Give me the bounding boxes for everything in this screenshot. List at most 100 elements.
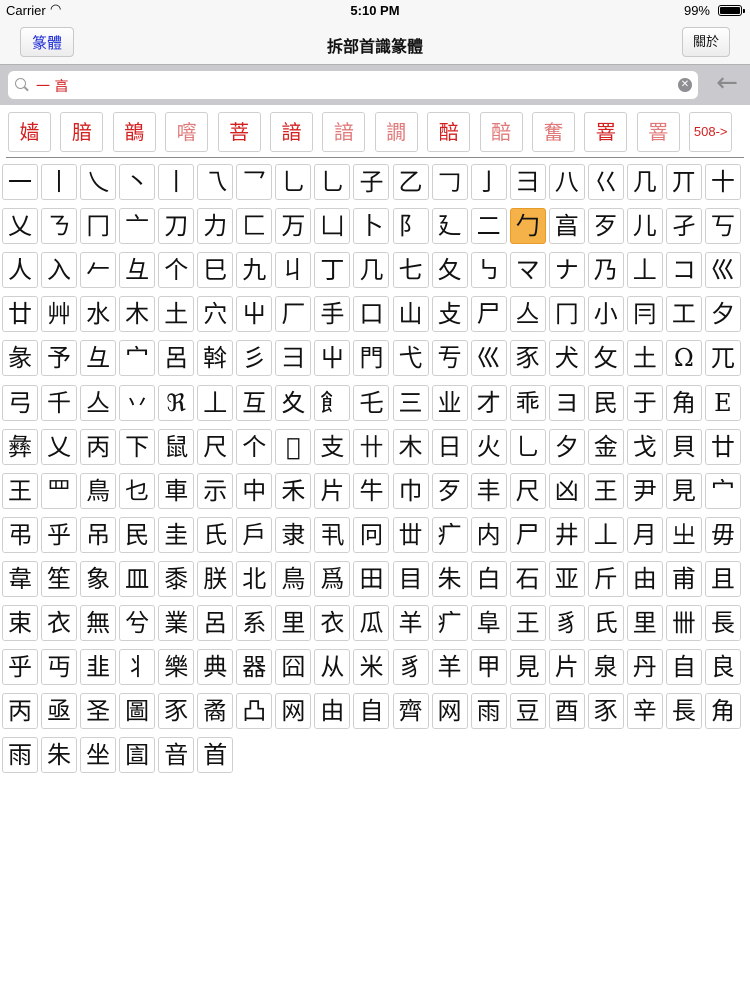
radical-cell[interactable]: 小 [587, 296, 624, 333]
radical-cell[interactable]: 攵 [587, 340, 624, 377]
radical-cell[interactable]: 朱 [431, 560, 468, 597]
radical-cell[interactable]: 尸 [509, 516, 546, 553]
radical-cell[interactable]: 朕 [197, 560, 234, 597]
radical-cell[interactable]: 夕 [548, 428, 585, 465]
radical-cell[interactable]: 手 [314, 296, 351, 333]
radical-cell[interactable]: ナ [548, 252, 585, 289]
radical-cell[interactable]: 弓 [2, 384, 38, 421]
radical-cell[interactable]: 氏 [587, 605, 624, 641]
radical-cell[interactable]: 亅 [470, 164, 507, 200]
radical-cell[interactable]: 見 [665, 472, 702, 509]
candidate-char[interactable]: 罯 [584, 112, 628, 152]
radical-cell[interactable]: 自 [665, 649, 702, 686]
radical-cell[interactable]: 十 [704, 164, 741, 200]
radical-cell[interactable]: 韭 [80, 649, 117, 686]
radical-cell[interactable]: 角 [704, 693, 741, 730]
radical-cell[interactable]: 黍 [158, 560, 195, 597]
radical-cell[interactable]: 丄 [587, 516, 624, 553]
radical-cell[interactable]: 𠃌 [431, 164, 468, 200]
radical-cell[interactable]: 示 [197, 472, 234, 509]
radical-cell[interactable]: 宀 [119, 340, 156, 377]
radical-cell[interactable]: 斡 [197, 340, 234, 377]
radical-cell[interactable]: 丌 [665, 164, 702, 200]
radical-cell[interactable]: 几 [353, 252, 390, 289]
radical-cell[interactable]: 亯 [548, 208, 585, 245]
radical-cell[interactable]: 羊 [431, 649, 468, 686]
radical-cell[interactable]: 万 [275, 208, 312, 245]
radical-cell[interactable]: 巾 [392, 472, 429, 509]
radical-cell[interactable]: ㇉ [470, 252, 507, 289]
radical-cell[interactable]: 冂 [548, 296, 585, 333]
candidate-char[interactable]: 鶕 [112, 112, 156, 152]
radical-cell-selected[interactable]: 勹 [509, 208, 546, 245]
radical-cell[interactable]: 乀 [80, 164, 117, 200]
radical-cell[interactable]: 丙 [80, 428, 117, 465]
radical-cell[interactable]: 工 [665, 296, 702, 333]
radical-cell[interactable]: 乚 [275, 164, 312, 200]
radical-cell[interactable]: 几 [626, 164, 663, 200]
radical-cell[interactable]: 兮 [119, 605, 156, 641]
radical-cell[interactable]: 冋 [353, 516, 390, 553]
radical-cell[interactable]: 从 [314, 649, 351, 686]
radical-cell[interactable]: 北 [236, 560, 273, 597]
radical-cell[interactable]: 丂 [704, 208, 741, 245]
radical-cell[interactable]: ヨ [548, 384, 585, 421]
radical-cell[interactable]: 阝 [392, 208, 429, 245]
radical-cell[interactable]: 朱 [41, 737, 78, 774]
radical-cell[interactable]: 牛 [353, 472, 390, 509]
radical-cell[interactable]: 丄 [197, 384, 234, 421]
radical-cell[interactable]: 火 [470, 428, 507, 465]
radical-cell[interactable]: 网 [275, 693, 312, 730]
radical-cell[interactable]: 戈 [626, 428, 663, 465]
radical-cell[interactable]: 雨 [2, 737, 38, 774]
radical-cell[interactable]: 巛 [704, 252, 741, 289]
radical-cell[interactable]: 皿 [119, 560, 156, 597]
radical-cell[interactable]: 長 [704, 605, 741, 641]
radical-cell[interactable]: 尺 [197, 428, 234, 465]
radical-cell[interactable]: 乚 [314, 164, 351, 200]
radical-cell[interactable]: 刀 [158, 208, 195, 245]
radical-cell[interactable]: 里 [275, 605, 312, 641]
radical-cell[interactable]: 丮 [314, 516, 351, 553]
radical-cell[interactable]: 山 [392, 296, 429, 333]
radical-cell[interactable]: 口 [353, 296, 390, 333]
radical-cell[interactable]: 九 [236, 252, 273, 289]
radical-cell[interactable]: 下 [119, 428, 156, 465]
candidate-char[interactable]: 罯 [636, 112, 680, 152]
radical-cell[interactable]: 良 [704, 649, 741, 686]
radical-cell[interactable]: 巛 [470, 340, 507, 377]
radical-cell[interactable]: 乂 [41, 428, 78, 465]
radical-cell[interactable]: 𠂉 [80, 252, 117, 289]
radical-cell[interactable]: 弋 [392, 340, 429, 377]
radical-cell[interactable]: 兀 [704, 340, 741, 377]
radical-cell[interactable]: 才 [470, 384, 507, 421]
radical-cell[interactable]: 鳥 [80, 472, 117, 509]
radical-cell[interactable]: 車 [158, 472, 195, 509]
radical-cell[interactable]: 屮 [236, 296, 273, 333]
radical-cell[interactable]: 夊 [275, 384, 312, 421]
radical-cell[interactable]: 廴 [431, 208, 468, 245]
radical-cell[interactable]: 水 [80, 296, 117, 333]
radical-cell[interactable]: 卜 [353, 208, 390, 245]
radical-cell[interactable]: 弔 [2, 516, 38, 553]
radical-cell[interactable]: 七 [392, 252, 429, 289]
radical-cell[interactable]: 鼠 [158, 428, 195, 465]
radical-cell[interactable]: 人 [2, 252, 38, 289]
radical-cell[interactable]: 鳥 [275, 560, 312, 597]
radical-cell[interactable]: マ [509, 252, 546, 289]
radical-cell[interactable]: 乂 [2, 208, 38, 245]
radical-cell[interactable]: 亼 [509, 296, 546, 333]
radical-cell[interactable]: 羊 [392, 605, 429, 641]
radical-cell[interactable]: 网 [431, 693, 468, 730]
radical-cell[interactable]: 長 [665, 693, 702, 730]
radical-cell[interactable]: 自 [353, 693, 390, 730]
radical-cell[interactable]: 象 [80, 560, 117, 597]
radical-cell[interactable]: 民 [119, 516, 156, 553]
radical-cell[interactable]: 豸 [392, 649, 429, 686]
radical-cell[interactable]: 豸 [548, 605, 585, 641]
candidate-char[interactable]: 醅 [427, 112, 471, 152]
radical-cell[interactable]: Ε [704, 384, 741, 421]
radical-cell[interactable]: ℜ [158, 384, 195, 421]
radical-cell[interactable]: 韋 [2, 560, 38, 597]
radical-cell[interactable]: 业 [431, 384, 468, 421]
